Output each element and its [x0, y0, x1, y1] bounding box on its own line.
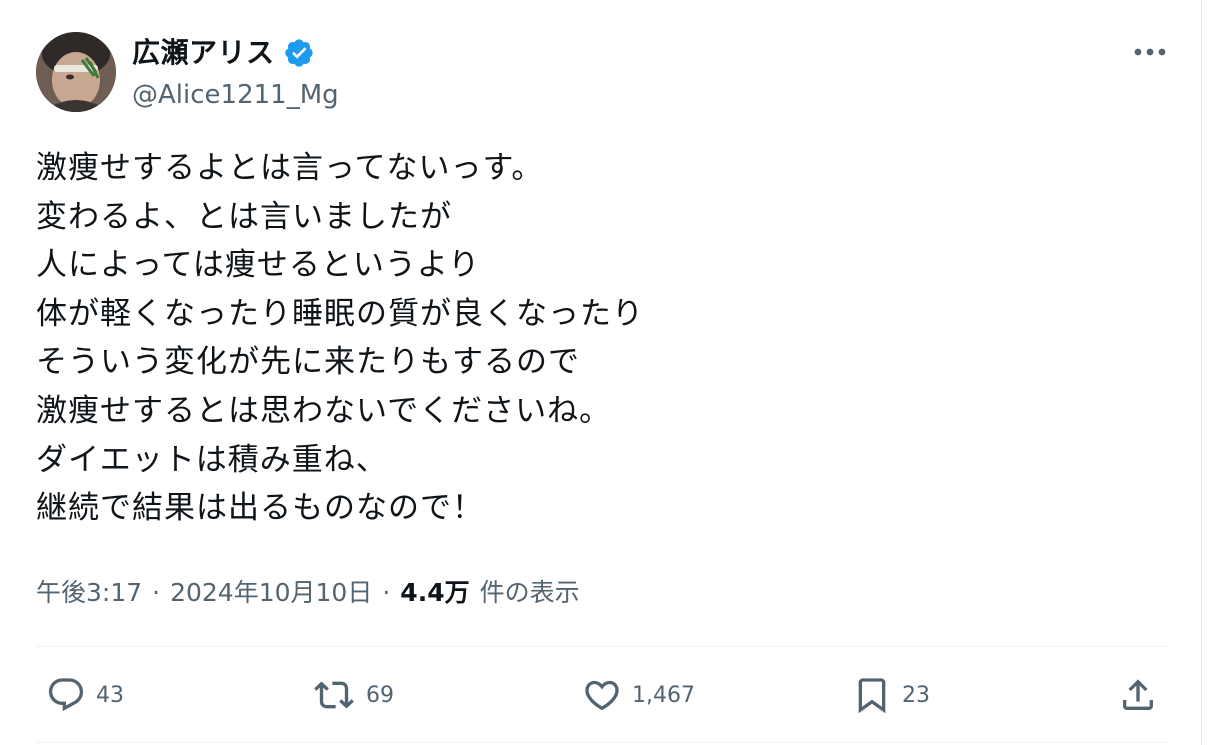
- heart-icon: [585, 680, 619, 711]
- tweet-meta: 午後3:17 · 2024年10月10日 · 4.4万 件の表示: [36, 573, 580, 613]
- repost-icon: [314, 681, 354, 709]
- bookmark-count: 23: [902, 682, 930, 708]
- divider: [36, 742, 1170, 743]
- like-button[interactable]: 1,467: [582, 673, 695, 717]
- display-name-text[interactable]: 広瀬アリス: [132, 34, 275, 72]
- more-options-button[interactable]: [1128, 34, 1172, 70]
- reply-count: 43: [96, 682, 124, 708]
- views-label[interactable]: 件の表示: [480, 573, 580, 613]
- repost-button[interactable]: 69: [312, 673, 394, 717]
- like-count: 1,467: [632, 682, 695, 708]
- more-horizontal-icon: [1134, 48, 1166, 56]
- repost-count: 69: [366, 682, 394, 708]
- bookmark-button[interactable]: 23: [852, 673, 930, 717]
- avatar-image: [36, 32, 116, 112]
- share-button[interactable]: [1118, 673, 1158, 717]
- display-name[interactable]: 広瀬アリス: [132, 34, 315, 72]
- reply-icon: [48, 678, 84, 712]
- meta-separator: ·: [152, 578, 161, 607]
- tweet-text: 激痩せするよとは言ってないっす。 変わるよ、とは言いましたが 人によっては痩せる…: [36, 150, 644, 527]
- views-count[interactable]: 4.4万: [400, 573, 469, 613]
- user-handle[interactable]: @Alice1211_Mg: [132, 78, 339, 112]
- share-icon: [1123, 679, 1153, 710]
- verified-badge-icon: [283, 37, 315, 69]
- meta-separator: ·: [382, 578, 391, 607]
- reply-button[interactable]: 43: [46, 673, 124, 717]
- tweet-time[interactable]: 午後3:17: [36, 573, 142, 613]
- tweet-card: 広瀬アリス @Alice1211_Mg 激痩せするよとは言ってないっす。 変わる…: [0, 0, 1202, 745]
- bookmark-icon: [858, 678, 886, 714]
- divider: [36, 646, 1170, 647]
- avatar[interactable]: [36, 32, 116, 112]
- tweet-date[interactable]: 2024年10月10日: [170, 573, 372, 613]
